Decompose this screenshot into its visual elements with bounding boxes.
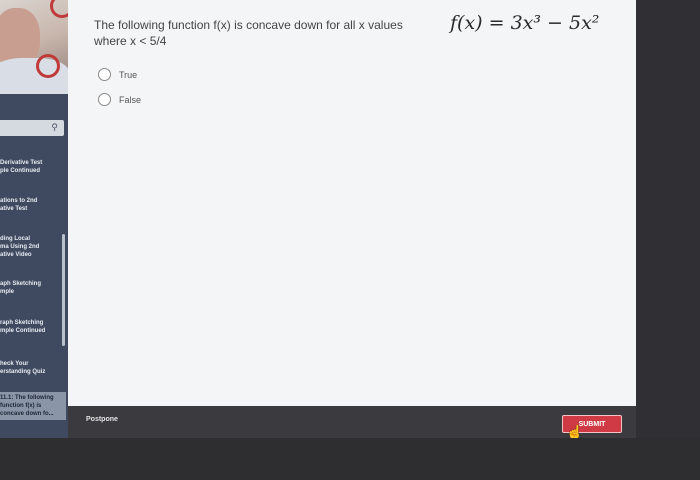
- postpone-button[interactable]: Postpone: [86, 416, 118, 423]
- sidebar-item[interactable]: ding Local ma Using 2nd ative Video: [0, 235, 66, 259]
- sidebar-item[interactable]: raph Sketching mple Continued: [0, 319, 66, 335]
- screen-edge: [0, 438, 700, 480]
- question-panel: The following function f(x) is concave d…: [68, 0, 636, 406]
- radio-button[interactable]: [98, 68, 111, 81]
- sidebar-search-input[interactable]: ⚲: [0, 120, 64, 136]
- sidebar-scrollbar[interactable]: [62, 234, 65, 346]
- red-circle-mark: [36, 54, 60, 78]
- presenter-video: [0, 0, 68, 94]
- red-circle-mark: [50, 0, 68, 18]
- sidebar-item[interactable]: heck Your erstanding Quiz: [0, 360, 66, 376]
- course-sidebar: ⚲ Derivative Test ple Continued ations t…: [0, 94, 68, 480]
- option-label: False: [119, 94, 142, 105]
- sidebar-item[interactable]: Derivative Test ple Continued: [0, 159, 66, 175]
- option-false[interactable]: False: [98, 93, 141, 106]
- question-footer: Postpone SUBMIT: [68, 406, 636, 438]
- search-icon[interactable]: ⚲: [51, 122, 58, 133]
- sidebar-item[interactable]: aph Sketching mple: [0, 280, 66, 296]
- sidebar-item-active[interactable]: 11.1: The following function f(x) is con…: [0, 392, 66, 420]
- screen-edge: [636, 0, 700, 480]
- sidebar-item[interactable]: ations to 2nd ative Test: [0, 197, 66, 213]
- radio-button[interactable]: [98, 93, 111, 106]
- function-formula: f(x) = 3x³ − 5x²: [450, 12, 600, 34]
- option-label: True: [119, 69, 138, 80]
- option-true[interactable]: True: [98, 68, 137, 81]
- question-text: The following function f(x) is concave d…: [94, 18, 403, 48]
